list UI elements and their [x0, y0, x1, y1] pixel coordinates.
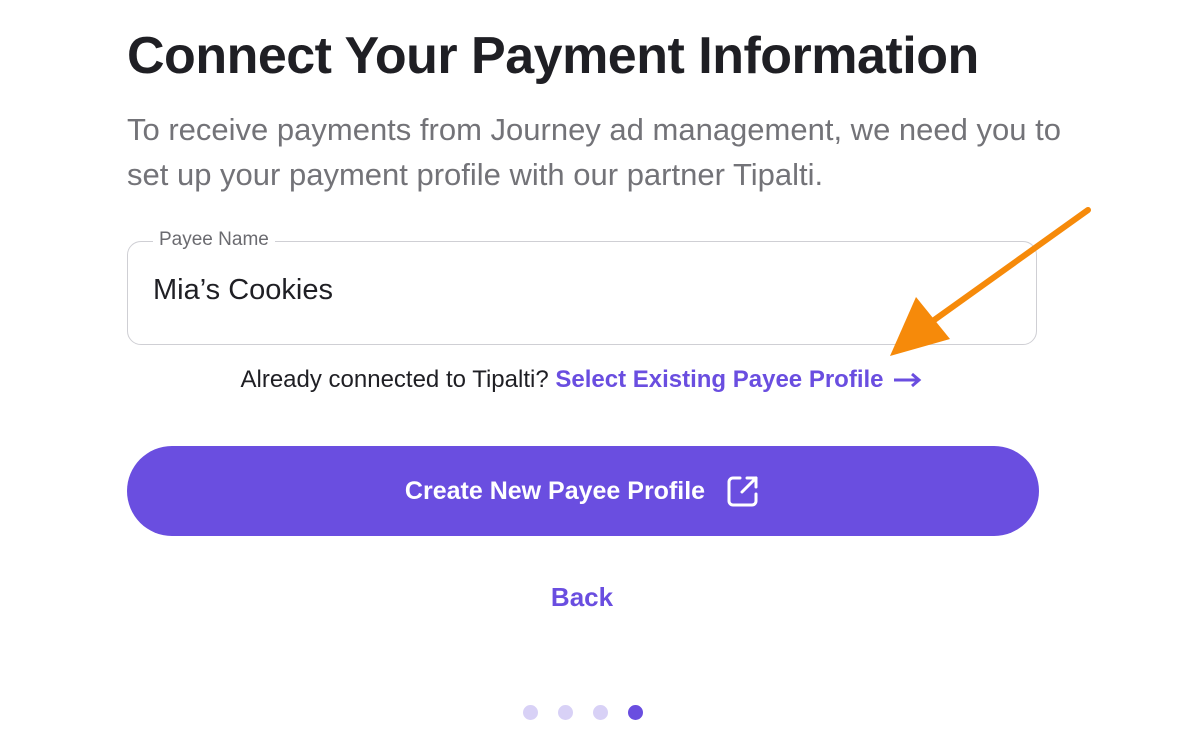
existing-profile-row: Already connected to Tipalti? Select Exi… [0, 366, 1164, 395]
step-dot-4-active [628, 705, 643, 720]
payee-name-input[interactable] [153, 274, 993, 307]
back-link[interactable]: Back [0, 582, 1164, 613]
create-new-payee-profile-label: Create New Payee Profile [404, 476, 706, 505]
select-existing-profile-link[interactable]: Select Existing Payee Profile [555, 366, 923, 393]
payee-name-label: Payee Name [153, 229, 275, 251]
external-link-icon [725, 473, 761, 509]
page-subtitle: To receive payments from Journey ad mana… [127, 112, 1061, 192]
arrow-right-icon [892, 367, 924, 395]
select-existing-profile-label: Select Existing Payee Profile [555, 366, 884, 393]
step-indicator [523, 705, 643, 720]
step-dot-1 [523, 705, 538, 720]
already-connected-prompt: Already connected to Tipalti? [240, 366, 549, 393]
step-dot-2 [558, 705, 573, 720]
annotation-arrow-icon [890, 207, 1091, 356]
payment-connect-page: Connect Your Payment Information To rece… [0, 0, 1178, 748]
page-title: Connect Your Payment Information [127, 27, 979, 85]
step-dot-3 [593, 705, 608, 720]
create-new-payee-profile-button[interactable]: Create New Payee Profile [127, 446, 1039, 536]
